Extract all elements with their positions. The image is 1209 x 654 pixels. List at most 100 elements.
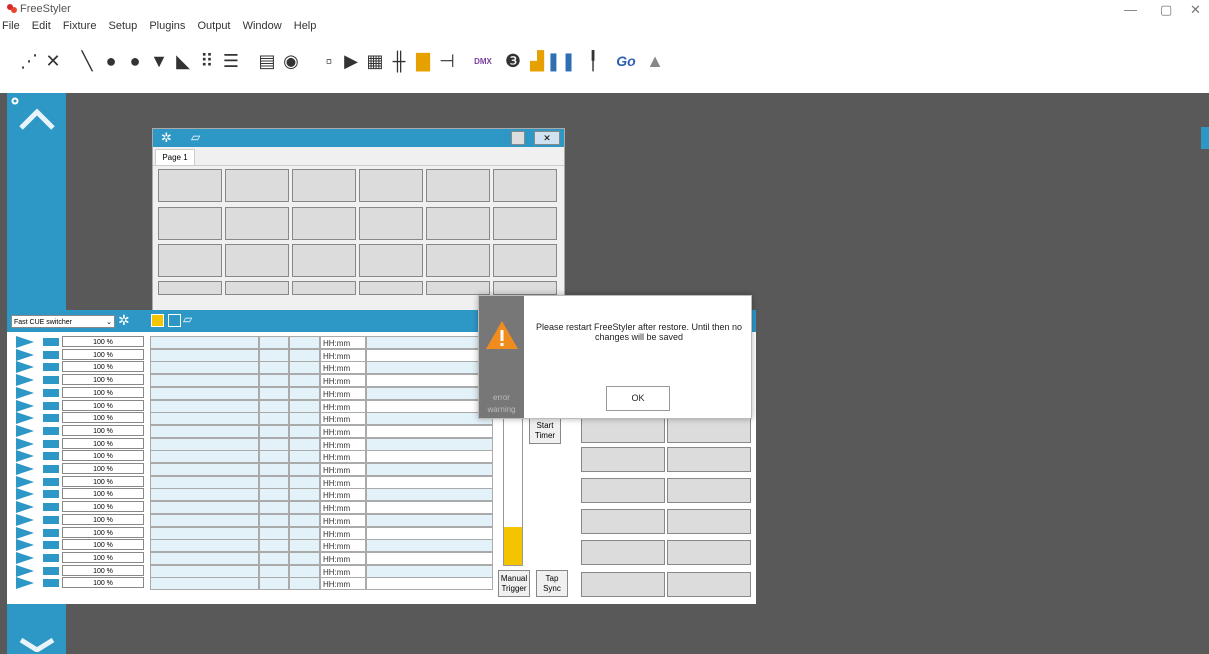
menu-window[interactable]: Window: [243, 20, 282, 32]
cue-name-cell[interactable]: [150, 336, 259, 349]
cue-time[interactable]: HH:mm: [320, 424, 366, 438]
cue-cell[interactable]: [289, 513, 320, 527]
play-icon[interactable]: [16, 399, 34, 412]
cue-grid-button[interactable]: [667, 447, 751, 472]
cue-name-cell[interactable]: [150, 551, 259, 565]
cue-time[interactable]: HH:mm: [320, 361, 366, 375]
ok-button[interactable]: OK: [606, 386, 670, 411]
cue-cell[interactable]: [259, 551, 289, 565]
cue-cell[interactable]: [289, 526, 320, 540]
minimize-button[interactable]: —: [1124, 2, 1137, 17]
manual-trigger-button[interactable]: Manual Trigger: [498, 570, 530, 597]
cue-cell[interactable]: [366, 386, 493, 400]
cue-cell[interactable]: [259, 437, 289, 451]
cue-row[interactable]: 100 % HH:mm: [7, 577, 497, 591]
cue-name-cell[interactable]: [150, 437, 259, 451]
cue-row[interactable]: 100 % HH:mm: [7, 348, 497, 362]
right-dock-tab[interactable]: [1201, 127, 1209, 149]
cue-cell[interactable]: [366, 437, 493, 451]
cue-name-cell[interactable]: [150, 361, 259, 375]
menu-fixture[interactable]: Fixture: [63, 20, 97, 32]
visualizer-icon[interactable]: ▟: [526, 50, 548, 72]
cue-cell[interactable]: [289, 463, 320, 476]
cue-cell[interactable]: [259, 424, 289, 438]
grid-icon[interactable]: ⠿: [196, 50, 218, 72]
play-icon[interactable]: [16, 501, 34, 514]
faders-icon[interactable]: ╫: [388, 50, 410, 72]
dmx-icon[interactable]: DMX: [472, 50, 494, 72]
panel-pad-button[interactable]: [225, 169, 289, 202]
panel-pad-button[interactable]: [493, 281, 557, 295]
sequence-icon[interactable]: ▦: [364, 50, 386, 72]
cue-row[interactable]: 100 % HH:mm: [7, 336, 497, 349]
new-file-icon[interactable]: ▫: [318, 50, 340, 72]
cue-cell[interactable]: [366, 526, 493, 540]
start-timer-button[interactable]: Start Timer: [529, 417, 561, 444]
shutter-icon[interactable]: ▼: [148, 50, 170, 72]
cue-time[interactable]: HH:mm: [320, 450, 366, 464]
cue-cell[interactable]: [366, 374, 493, 388]
cue-cell[interactable]: [366, 488, 493, 502]
cue-name-cell[interactable]: [150, 526, 259, 540]
cue-name-cell[interactable]: [150, 399, 259, 413]
cue-cell[interactable]: [259, 501, 289, 515]
cue-cell[interactable]: [259, 488, 289, 502]
knob-icon[interactable]: ❸: [502, 50, 524, 72]
play-icon[interactable]: [16, 475, 34, 488]
panel-pad-button[interactable]: [359, 207, 423, 240]
cue-cell[interactable]: [366, 539, 493, 553]
cue-row[interactable]: 100 % HH:mm: [7, 475, 497, 489]
close-button[interactable]: ✕: [1190, 2, 1201, 18]
fader-icon[interactable]: ╿: [582, 50, 604, 72]
cue-cell[interactable]: [366, 412, 493, 426]
cue-cell[interactable]: [259, 475, 289, 489]
cue-grid-button[interactable]: [581, 540, 665, 565]
cue-name-cell[interactable]: [150, 386, 259, 400]
play-icon[interactable]: [16, 412, 34, 425]
cue-grid-button[interactable]: [667, 540, 751, 565]
cue-time[interactable]: HH:mm: [320, 437, 366, 451]
panel-pad-button[interactable]: [225, 244, 289, 277]
cross-icon[interactable]: ✕: [42, 50, 64, 72]
fixture-select-icon[interactable]: ⋰: [18, 50, 40, 72]
cue-cell[interactable]: [259, 463, 289, 476]
menu-output[interactable]: Output: [197, 20, 230, 32]
cue-cell[interactable]: [259, 412, 289, 426]
cue-row[interactable]: 100 % HH:mm: [7, 526, 497, 540]
scanner-icon[interactable]: ◣: [172, 50, 194, 72]
cue-time[interactable]: HH:mm: [320, 564, 366, 578]
panel-pad-button[interactable]: [359, 244, 423, 277]
play-icon[interactable]: [16, 577, 34, 590]
cue-cell[interactable]: [366, 399, 493, 413]
cue-cell[interactable]: [259, 336, 289, 349]
cue-cell[interactable]: [289, 437, 320, 451]
panel-pad-button[interactable]: [292, 169, 356, 202]
tab-page-1[interactable]: Page 1: [155, 149, 195, 166]
panel-pad-button[interactable]: [225, 207, 289, 240]
cue-time[interactable]: HH:mm: [320, 386, 366, 400]
menu-help[interactable]: Help: [294, 20, 317, 32]
cue-cell[interactable]: [366, 475, 493, 489]
cue-cell[interactable]: [289, 564, 320, 578]
play-icon[interactable]: [16, 437, 34, 450]
cue-cell[interactable]: [259, 564, 289, 578]
cue-time[interactable]: HH:mm: [320, 463, 366, 476]
cue-cell[interactable]: [289, 399, 320, 413]
cue-cell[interactable]: [259, 539, 289, 553]
cue-cell[interactable]: [289, 361, 320, 375]
play-icon[interactable]: [16, 336, 34, 348]
beam-icon[interactable]: ╲: [76, 50, 98, 72]
menu-plugins[interactable]: Plugins: [149, 20, 185, 32]
warning-icon[interactable]: ▲: [644, 50, 666, 72]
gobo-wheel-icon[interactable]: ●: [124, 50, 146, 72]
cue-row[interactable]: 100 % HH:mm: [7, 437, 497, 451]
cue-name-cell[interactable]: [150, 513, 259, 527]
play-icon[interactable]: [16, 513, 34, 526]
gear-icon[interactable]: ✲: [118, 312, 130, 329]
cue-grid-button[interactable]: [581, 418, 665, 443]
close-panel-button[interactable]: ✕: [534, 131, 560, 145]
panel-pad-button[interactable]: [292, 207, 356, 240]
cue-grid-button[interactable]: [581, 447, 665, 472]
cue-name-cell[interactable]: [150, 475, 259, 489]
cue-grid-button[interactable]: [667, 418, 751, 443]
